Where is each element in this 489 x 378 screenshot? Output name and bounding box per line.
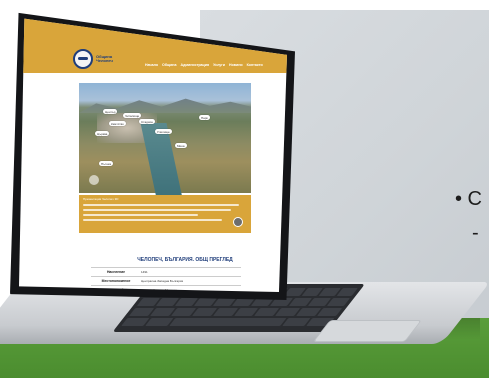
table-value: Централна Западна България <box>141 279 184 283</box>
nav-item[interactable]: Новини <box>229 63 243 67</box>
background-dash-text: - <box>472 222 479 244</box>
logo-text: Община Челопеч <box>96 54 113 63</box>
laptop-screen: Община Челопеч Начало Община Администрац… <box>19 18 287 292</box>
description-lead: Презентация Челопеч 3D <box>83 197 119 201</box>
map-label[interactable]: Център <box>103 109 118 114</box>
table-row: Население 1491 <box>91 267 241 276</box>
site-logo[interactable]: Община Челопеч <box>73 49 126 69</box>
description-text-line <box>83 209 231 211</box>
map-label[interactable]: Училище <box>155 129 172 134</box>
nav-item[interactable]: Администрация <box>180 63 209 67</box>
panorama-control-icon[interactable] <box>89 175 99 185</box>
aerial-panorama[interactable]: Център Читалище Кметство Стадион Църква … <box>79 83 251 203</box>
map-label[interactable]: Стадион <box>139 119 155 124</box>
table-key: Население <box>106 270 126 274</box>
table-row: Местоположение Централна Западна Българи… <box>91 276 241 285</box>
table-value: 1491 <box>141 270 148 274</box>
map-label[interactable]: Мина <box>175 143 187 148</box>
site-nav: Начало Община Администрация Услуги Новин… <box>145 63 263 67</box>
map-label[interactable]: Читалище <box>123 113 142 118</box>
logo-emblem-icon <box>73 49 93 69</box>
nav-item[interactable]: Контакти <box>247 63 263 67</box>
description-panel: Презентация Челопеч 3D <box>79 195 251 233</box>
nav-item[interactable]: Начало <box>145 63 158 67</box>
river-valley <box>140 123 184 203</box>
overview-table: Население 1491 Местоположение Централна … <box>91 267 241 292</box>
description-text-line <box>83 204 239 206</box>
laptop-scene: • С - Община Челопеч Начало Община Админ… <box>0 0 489 378</box>
map-label[interactable]: Кметство <box>109 121 126 126</box>
nav-item[interactable]: Услуги <box>213 63 225 67</box>
background-bullet-text: • С <box>455 188 483 210</box>
overview-title: ЧЕЛОПЕЧ, БЪЛГАРИЯ. ОБЩ ПРЕГЛЕД <box>137 257 233 263</box>
map-label[interactable]: Парк <box>199 115 210 120</box>
description-text-line <box>83 219 223 221</box>
play-icon[interactable] <box>233 217 243 227</box>
map-label[interactable]: Църква <box>95 131 110 136</box>
map-label[interactable]: Пътека <box>99 161 114 166</box>
description-text-line <box>83 214 198 216</box>
laptop-trackpad <box>312 320 422 342</box>
table-key: Местоположение <box>101 279 131 283</box>
nav-item[interactable]: Община <box>162 63 176 67</box>
